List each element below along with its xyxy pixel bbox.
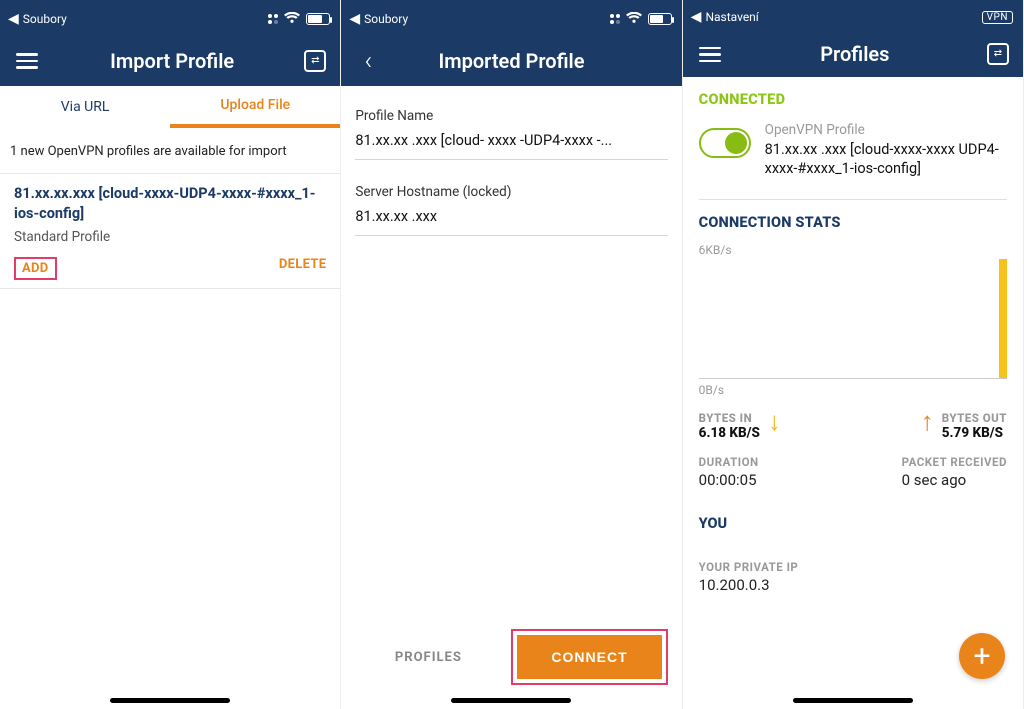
divider bbox=[699, 199, 1007, 200]
signal-icon bbox=[268, 14, 278, 24]
battery-icon bbox=[306, 13, 330, 25]
connect-highlight: CONNECT bbox=[511, 629, 667, 685]
up-arrow-icon: ↑ bbox=[921, 411, 934, 441]
page-title: Import Profile bbox=[40, 49, 304, 73]
duration-value: 00:00:05 bbox=[699, 471, 759, 489]
nav-bar: Profiles ⇄ bbox=[683, 32, 1023, 76]
bottom-actions: PROFILES CONNECT bbox=[341, 629, 681, 685]
down-arrow-icon: ↓ bbox=[768, 411, 781, 434]
menu-icon[interactable] bbox=[14, 48, 40, 74]
duration-label: DURATION bbox=[699, 455, 759, 469]
vpn-badge: VPN bbox=[982, 11, 1013, 24]
throughput-chart: 6KB/s 0B/s bbox=[699, 243, 1007, 397]
screen-profiles: ◀ Nastavení VPN Profiles ⇄ CONNECTED Ope… bbox=[683, 0, 1024, 709]
bytes-out-value: 5.79 KB/S bbox=[942, 425, 1007, 441]
status-bar: ◀ Soubory bbox=[0, 0, 340, 36]
nav-bar: ‹ Imported Profile bbox=[341, 36, 681, 86]
add-button[interactable]: ADD bbox=[14, 257, 57, 280]
nav-spacer bbox=[642, 48, 668, 74]
wifi-icon bbox=[626, 12, 642, 27]
statusbar-back-icon[interactable]: ◀ bbox=[349, 12, 360, 26]
import-info-text: 1 new OpenVPN profiles are available for… bbox=[0, 128, 340, 173]
back-button[interactable]: ‹ bbox=[355, 48, 381, 74]
chart-plot bbox=[699, 259, 1007, 379]
wifi-icon bbox=[284, 12, 300, 27]
profile-name-field[interactable]: 81.xx.xx .xxx [cloud- xxxx -UDP4-xxxx -.… bbox=[355, 132, 667, 160]
you-section-title: YOU bbox=[699, 515, 1007, 532]
home-indicator[interactable] bbox=[793, 698, 913, 703]
active-profile-name[interactable]: 81.xx.xx .xxx [cloud-xxxx-xxxx UDP4-xxxx… bbox=[765, 140, 1007, 179]
packet-received-value: 0 sec ago bbox=[902, 471, 1007, 489]
private-ip-label: YOUR PRIVATE IP bbox=[699, 560, 1007, 574]
screen-import-profile: ◀ Soubory Import Profile ⇄ Via URL Uploa… bbox=[0, 0, 341, 709]
chart-spike bbox=[999, 259, 1007, 378]
tab-upload-file[interactable]: Upload File bbox=[170, 86, 340, 128]
signal-icon bbox=[610, 14, 620, 24]
connection-toggle[interactable] bbox=[699, 128, 751, 158]
connection-stats-title: CONNECTION STATS bbox=[699, 214, 1007, 231]
server-hostname-field: 81.xx.xx .xxx bbox=[355, 208, 667, 236]
nav-bar: Import Profile ⇄ bbox=[0, 36, 340, 86]
tabs: Via URL Upload File bbox=[0, 86, 340, 128]
menu-icon[interactable] bbox=[697, 41, 723, 67]
profile-name: 81.xx.xx.xxx [cloud-xxxx-UDP4-xxxx-#xxxx… bbox=[14, 184, 326, 223]
chart-y-bottom: 0B/s bbox=[699, 383, 1007, 397]
bytes-in-value: 6.18 KB/S bbox=[699, 425, 760, 441]
battery-icon bbox=[648, 13, 672, 25]
delete-button[interactable]: DELETE bbox=[279, 257, 326, 280]
statusbar-back-label[interactable]: Nastavení bbox=[705, 10, 758, 24]
connected-label: CONNECTED bbox=[699, 91, 1007, 108]
add-profile-fab[interactable]: + bbox=[959, 633, 1005, 679]
statusbar-back-label[interactable]: Soubory bbox=[364, 12, 408, 26]
plus-icon: + bbox=[973, 639, 990, 674]
home-indicator[interactable] bbox=[110, 698, 230, 703]
bytes-out-label: BYTES OUT bbox=[942, 411, 1007, 425]
profile-name-label: Profile Name bbox=[355, 108, 667, 124]
statusbar-back-label[interactable]: Soubory bbox=[23, 12, 67, 26]
status-bar: ◀ Soubory bbox=[341, 0, 681, 36]
packet-received-label: PACKET RECEIVED bbox=[902, 455, 1007, 469]
home-indicator[interactable] bbox=[451, 698, 571, 703]
private-ip-value: 10.200.0.3 bbox=[699, 576, 1007, 594]
statusbar-back-icon[interactable]: ◀ bbox=[691, 10, 702, 24]
profile-type: Standard Profile bbox=[14, 229, 326, 245]
page-title: Imported Profile bbox=[381, 49, 641, 73]
tab-via-url[interactable]: Via URL bbox=[0, 86, 170, 128]
profile-card: 81.xx.xx.xxx [cloud-xxxx-UDP4-xxxx-#xxxx… bbox=[0, 173, 340, 289]
profile-kind: OpenVPN Profile bbox=[765, 122, 1007, 138]
status-bar: ◀ Nastavení VPN bbox=[683, 0, 1023, 32]
profiles-button[interactable]: PROFILES bbox=[355, 650, 501, 665]
statusbar-back-icon[interactable]: ◀ bbox=[8, 12, 19, 26]
import-export-icon[interactable]: ⇄ bbox=[987, 43, 1009, 65]
bytes-in-label: BYTES IN bbox=[699, 411, 760, 425]
screen-imported-profile: ◀ Soubory ‹ Imported Profile Profile Nam… bbox=[341, 0, 682, 709]
page-title: Profiles bbox=[723, 42, 987, 66]
server-hostname-label: Server Hostname (locked) bbox=[355, 184, 667, 200]
import-export-icon[interactable]: ⇄ bbox=[304, 50, 326, 72]
connect-button[interactable]: CONNECT bbox=[517, 635, 661, 679]
chart-y-top: 6KB/s bbox=[699, 243, 1007, 257]
